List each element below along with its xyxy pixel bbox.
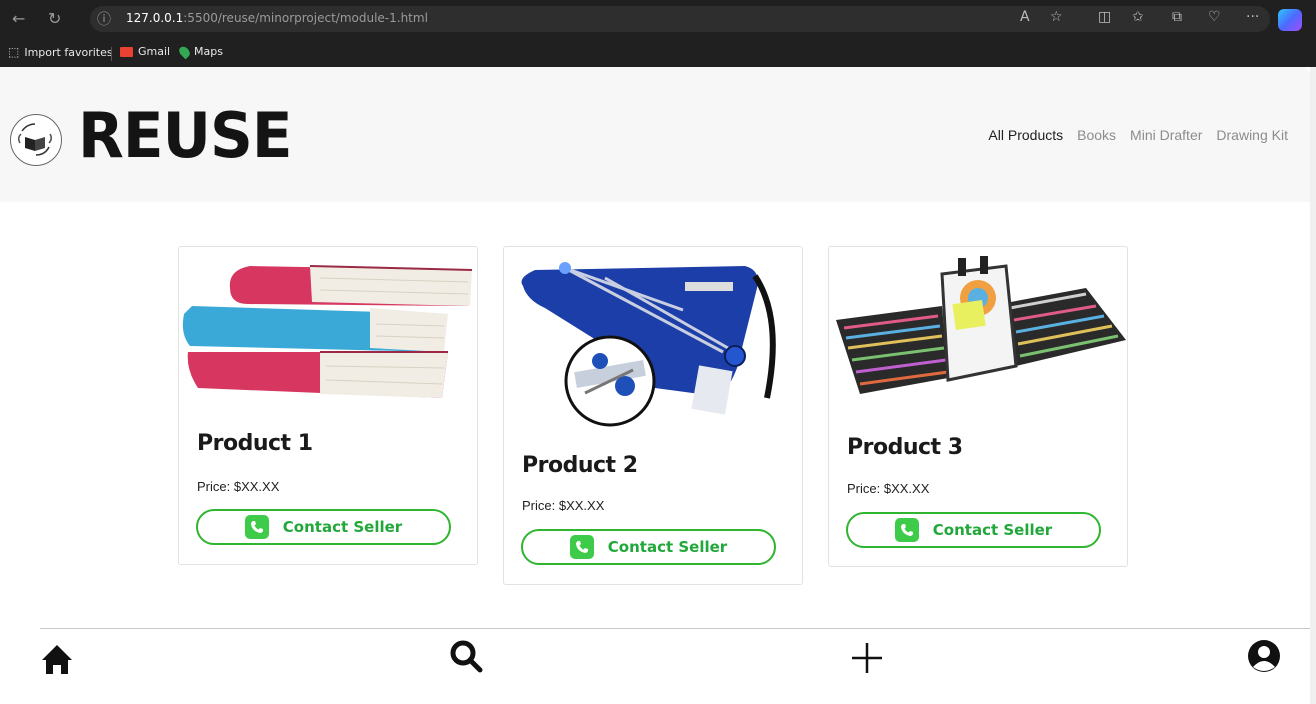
nav-all-products[interactable]: All Products (988, 127, 1063, 143)
contact-seller-label: Contact Seller (607, 538, 728, 556)
bookmarks-bar: ⬚ Import favorites Gmail Maps (0, 40, 1316, 67)
contact-seller-button[interactable]: Contact Seller (846, 512, 1101, 548)
url-text[interactable]: 127.0.0.1:5500/reuse/minorproject/module… (126, 11, 428, 25)
page-viewport: REUSE All Products Books Mini Drafter Dr… (0, 67, 1310, 704)
product-price: Price: $XX.XX (522, 498, 605, 513)
contact-seller-label: Contact Seller (282, 518, 403, 536)
read-aloud-icon[interactable]: A (1020, 9, 1030, 25)
site-info-icon[interactable]: ⓘ (97, 9, 111, 31)
bookmark-import-favorites[interactable]: ⬚ Import favorites (8, 45, 113, 59)
nav-mini-drafter[interactable]: Mini Drafter (1130, 127, 1202, 143)
refresh-icon[interactable]: ↻ (48, 8, 61, 30)
phone-icon (894, 518, 919, 542)
drawing-kit-image[interactable] (830, 248, 1126, 416)
product-title[interactable]: Product 3 (847, 435, 963, 460)
product-price: Price: $XX.XX (847, 481, 930, 496)
copilot-icon[interactable] (1278, 9, 1302, 31)
product-title[interactable]: Product 1 (197, 431, 313, 456)
favorite-star-icon[interactable]: ☆ (1050, 9, 1063, 25)
phone-icon (244, 515, 269, 539)
collections-icon[interactable]: ⧉ (1172, 9, 1182, 25)
browser-toolbar: ← ↻ ⓘ 127.0.0.1:5500/reuse/minorproject/… (0, 0, 1316, 40)
home-icon[interactable] (40, 641, 74, 675)
product-title[interactable]: Product 2 (522, 453, 638, 478)
bookmark-separator (111, 47, 112, 61)
mini-drafter-image[interactable] (505, 248, 801, 438)
bookmark-gmail[interactable]: Gmail (120, 45, 170, 58)
contact-seller-button[interactable]: Contact Seller (196, 509, 451, 545)
books-stack-image[interactable] (180, 248, 476, 412)
contact-seller-button[interactable]: Contact Seller (521, 529, 776, 565)
top-nav: All Products Books Mini Drafter Drawing … (988, 127, 1288, 143)
split-screen-icon[interactable]: ◫ (1098, 9, 1111, 25)
gmail-icon (120, 46, 133, 57)
page-scrollbar[interactable] (1310, 67, 1316, 704)
import-icon: ⬚ (8, 45, 20, 59)
bottom-nav-divider (40, 628, 1310, 629)
product-price: Price: $XX.XX (197, 479, 280, 494)
favorites-icon[interactable]: ✩ (1132, 9, 1144, 25)
nav-books[interactable]: Books (1077, 127, 1116, 143)
user-icon[interactable] (1247, 639, 1281, 673)
recycle-book-icon (17, 123, 53, 156)
product-card-2: Product 2 Price: $XX.XX Contact Seller (503, 246, 803, 585)
site-header: REUSE All Products Books Mini Drafter Dr… (0, 67, 1310, 202)
brand-title[interactable]: REUSE (78, 101, 293, 171)
nav-drawing-kit[interactable]: Drawing Kit (1216, 127, 1288, 143)
product-card-3: Product 3 Price: $XX.XX Contact Seller (828, 246, 1128, 567)
phone-icon (569, 535, 594, 559)
browser-essentials-icon[interactable]: ♡ (1208, 9, 1221, 25)
contact-seller-label: Contact Seller (932, 521, 1053, 539)
more-menu-icon[interactable]: ··· (1246, 9, 1259, 25)
bookmark-maps[interactable]: Maps (177, 44, 223, 59)
product-card-1: Product 1 Price: $XX.XX Contact Seller (178, 246, 478, 565)
back-arrow-icon[interactable]: ← (12, 8, 25, 30)
maps-pin-icon (177, 44, 192, 59)
reuse-logo[interactable] (10, 114, 62, 166)
plus-icon[interactable] (850, 641, 884, 675)
search-icon[interactable] (449, 639, 483, 673)
